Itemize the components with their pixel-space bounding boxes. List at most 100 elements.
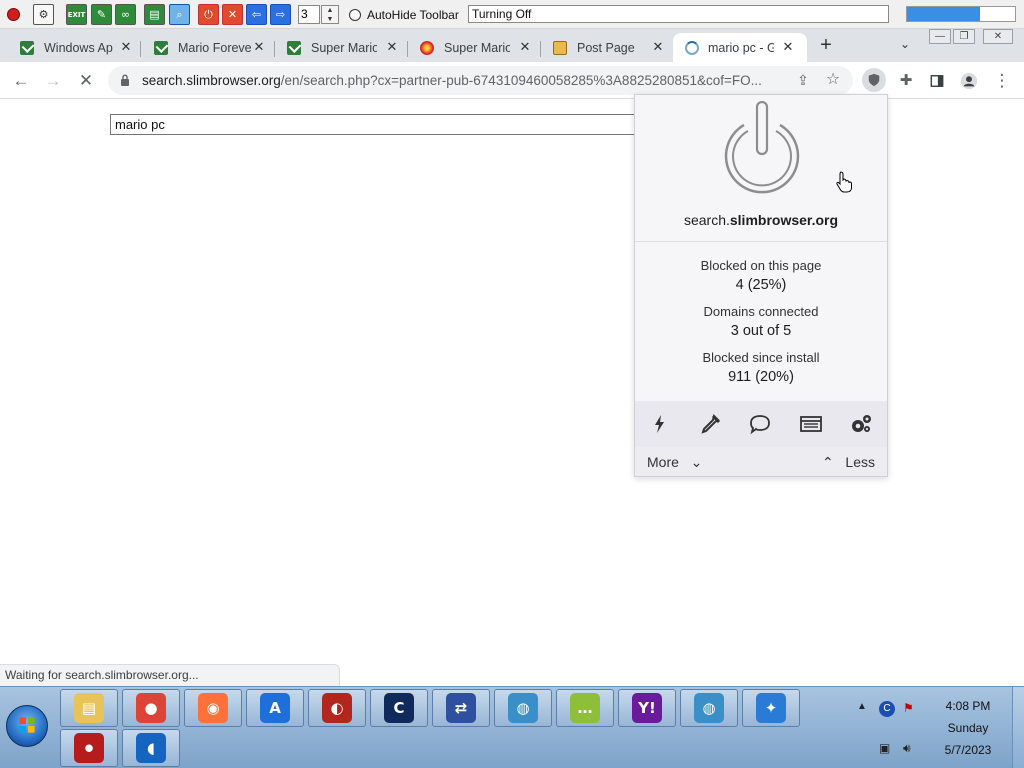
tab-close-icon[interactable]: ✕ <box>251 39 267 55</box>
chevron-up-icon: ⌃ <box>822 454 834 470</box>
side-panel-icon[interactable] <box>926 70 948 92</box>
address-bar[interactable]: search.slimbrowser.org/en/search.php?cx=… <box>108 66 853 95</box>
clock-date[interactable]: 5/7/2023 <box>930 743 1006 757</box>
tab-mario-forever[interactable]: Mario Foreve ✕ <box>134 33 275 62</box>
speech-bubble-icon[interactable] <box>748 413 772 435</box>
popup-divider <box>635 241 887 242</box>
green-check-icon <box>287 41 301 55</box>
stop-loading-icon[interactable]: ✕ <box>75 70 97 92</box>
taskbar-app-button[interactable]: … <box>556 689 614 727</box>
taskbar-app-button[interactable]: ⇄ <box>432 689 490 727</box>
volume-icon[interactable]: 🔊︎ <box>903 741 919 757</box>
taskbar-app-button[interactable]: ◖ <box>122 729 180 767</box>
url-path: /en/search.php?cx=partner-pub-6743109460… <box>280 73 762 88</box>
blocked-page-value: 4 (25%) <box>735 277 787 293</box>
zoom-icon[interactable]: ⌕ <box>169 4 190 25</box>
new-tab-plus-icon[interactable]: + <box>814 34 838 58</box>
taskbar-app-button[interactable]: C <box>370 689 428 727</box>
autohide-radio[interactable] <box>349 8 361 21</box>
more-label: More <box>647 454 679 470</box>
green-check-icon <box>154 41 168 55</box>
lightning-icon[interactable] <box>648 413 672 435</box>
autohide-label: AutoHide Toolbar <box>367 7 459 22</box>
restore-icon[interactable]: ❐ <box>953 29 975 44</box>
tab-mario-pc-active[interactable]: mario pc - G ✕ <box>673 33 807 62</box>
edit-icon[interactable]: ✎ <box>91 4 112 25</box>
talk-icon: … <box>570 693 600 723</box>
logger-list-icon[interactable] <box>799 413 823 435</box>
more-button[interactable]: More ⌄ <box>647 454 702 471</box>
arrow-right-icon[interactable]: ⇨ <box>270 4 291 25</box>
binoculars-icon[interactable]: ∞ <box>115 4 136 25</box>
clock-time[interactable]: 4:08 PM <box>930 699 1006 713</box>
taskbar-app-button[interactable]: ◉ <box>184 689 242 727</box>
windows-start-icon[interactable] <box>6 705 48 747</box>
back-arrow-icon[interactable]: ← <box>10 70 32 92</box>
eyedropper-icon[interactable] <box>698 413 722 435</box>
taskbar-app-button[interactable]: ● <box>122 689 180 727</box>
arrow-left-icon[interactable]: ⇦ <box>246 4 267 25</box>
blocked-install-label: Blocked since install <box>702 350 820 365</box>
chrome-icon: ● <box>136 693 166 723</box>
less-button[interactable]: ⌃ Less <box>822 454 875 471</box>
taskbar-app-button[interactable]: A <box>246 689 304 727</box>
tab-close-icon[interactable]: ✕ <box>118 39 134 55</box>
tab-post-page[interactable]: Post Page ✕ <box>533 33 674 62</box>
lock-icon[interactable] <box>120 74 130 86</box>
close-x-icon[interactable]: ✕ <box>222 4 243 25</box>
ublock-popup: search.slimbrowser.org Blocked on this p… <box>634 94 888 477</box>
tab-title: Post Page <box>577 41 635 55</box>
taskbar-app-button[interactable]: ✦ <box>742 689 800 727</box>
green-check-icon <box>20 41 34 55</box>
network-icon[interactable]: ▣ <box>879 741 895 757</box>
show-desktop-button[interactable] <box>1012 687 1024 768</box>
taskbar-app-button[interactable]: ◐ <box>308 689 366 727</box>
settings-tool-icon[interactable]: ⚙ <box>33 4 54 25</box>
tab-super-mario-2[interactable]: Super Mario ✕ <box>400 33 541 62</box>
popup-domain: search.slimbrowser.org <box>635 212 887 228</box>
tab-list-chevron-icon[interactable]: ⌄ <box>896 37 914 55</box>
spinner-arrows-icon[interactable]: ▲ ▼ <box>321 5 339 24</box>
screen-recorder-icon: ⏺ <box>74 733 104 763</box>
profile-avatar-icon[interactable] <box>958 70 980 92</box>
taskbar-app-button[interactable]: ◍ <box>494 689 552 727</box>
ccleaner-tray-icon[interactable]: C <box>879 701 895 717</box>
url-host: search.slimbrowser.org <box>142 73 281 88</box>
tab-windows-ap[interactable]: Windows Ap ✕ <box>0 33 141 62</box>
flag-notification-icon[interactable]: ⚑ <box>903 701 919 717</box>
window-close-icon[interactable]: ✕ <box>983 29 1013 44</box>
spinner-value[interactable]: 3 <box>298 5 320 24</box>
taskbar-app-button[interactable]: ◍ <box>680 689 738 727</box>
exit-button[interactable]: EXIT <box>66 4 87 25</box>
ublock-shield-icon[interactable] <box>862 68 886 92</box>
extensions-puzzle-icon[interactable]: ✚ <box>895 70 917 92</box>
tab-title: Super Mario <box>444 41 510 55</box>
clock-day[interactable]: Sunday <box>930 721 1006 735</box>
share-icon[interactable]: ⇪ <box>792 69 814 91</box>
power-off-icon[interactable]: ⏻ <box>198 4 219 25</box>
more-menu-icon[interactable]: ⋮ <box>991 70 1013 92</box>
tab-close-icon[interactable]: ✕ <box>384 39 400 55</box>
tab-close-icon[interactable]: ✕ <box>517 39 533 55</box>
document-icon[interactable]: ▤ <box>144 4 165 25</box>
search-input[interactable]: mario pc <box>110 114 638 135</box>
taskbar-app-button[interactable]: ⏺ <box>60 729 118 767</box>
count-spinner[interactable]: 3 ▲ ▼ <box>298 5 341 25</box>
show-hidden-icons-chevron-icon[interactable]: ▲ <box>857 701 867 712</box>
taskbar-app-button[interactable]: ▤ <box>60 689 118 727</box>
bookmark-star-icon[interactable]: ☆ <box>822 69 844 91</box>
record-stop-icon[interactable] <box>7 8 20 21</box>
tab-super-mario-1[interactable]: Super Mario ✕ <box>267 33 408 62</box>
tab-close-icon[interactable]: ✕ <box>780 39 796 55</box>
toolbar-status-field: Turning Off <box>468 5 889 23</box>
minimize-icon[interactable]: — <box>929 29 951 44</box>
chevron-down-icon: ⌄ <box>690 454 703 470</box>
tab-close-icon[interactable]: ✕ <box>650 39 666 55</box>
forward-arrow-icon[interactable]: → <box>42 70 64 92</box>
settings-gears-icon[interactable] <box>849 413 873 435</box>
autohide-toggle[interactable]: AutoHide Toolbar <box>349 5 459 24</box>
url-text[interactable]: search.slimbrowser.org/en/search.php?cx=… <box>142 73 802 88</box>
power-toggle-icon[interactable] <box>717 101 807 195</box>
toolbar-progress-bar <box>906 6 1016 22</box>
taskbar-app-button[interactable]: Y! <box>618 689 676 727</box>
